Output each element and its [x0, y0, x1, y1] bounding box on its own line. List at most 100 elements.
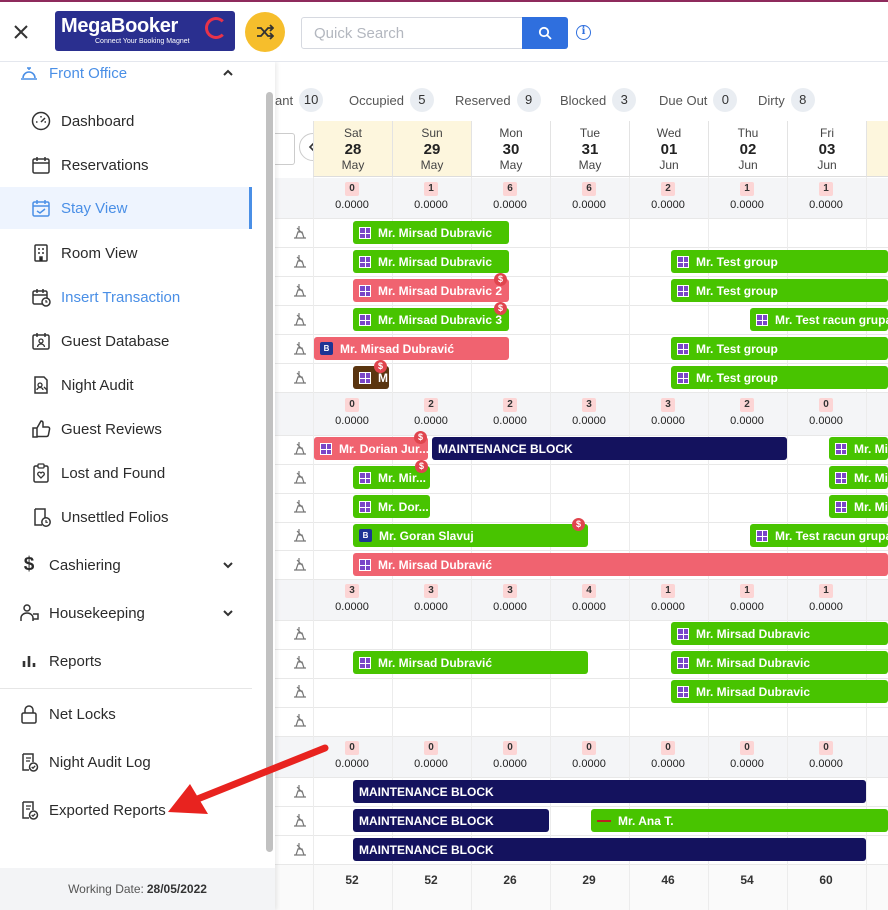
maintenance-block[interactable]: MAINTENANCE BLOCK — [353, 809, 549, 832]
stat-dirty[interactable]: Dirty 8 — [758, 88, 815, 112]
sidebar-item-label: Lost and Found — [61, 464, 166, 482]
info-icon[interactable]: i — [576, 25, 591, 40]
booking-bar[interactable]: Mr. Mirsad Dubravic — [671, 680, 888, 703]
grid-row-line — [275, 579, 888, 580]
booking-bar[interactable]: Mr. Test group — [671, 366, 888, 389]
daily-total: 46 — [661, 873, 675, 887]
group-icon — [677, 342, 689, 355]
stat-occupied[interactable]: Occupied 5 — [349, 88, 434, 112]
summary-count: 6 — [582, 182, 596, 196]
grid-row-line — [275, 678, 888, 679]
sidebar-item-net-locks[interactable]: Net Locks — [0, 692, 252, 736]
summary-count: 2 — [424, 398, 438, 412]
megabooker-logo[interactable]: MegaBooker Connect Your Booking Magnet — [55, 11, 235, 51]
housekeeping-status-icon[interactable] — [289, 469, 311, 487]
booking-bar[interactable]: Mr. Mirsad Dubravic — [353, 221, 509, 244]
housekeeping-status-icon[interactable] — [289, 311, 311, 329]
grid-row-line — [275, 218, 888, 219]
housekeeper-icon — [20, 604, 39, 621]
shuffle-button[interactable] — [245, 12, 285, 52]
close-icon — [14, 25, 28, 39]
booking-bar[interactable]: Mr. Mirsad Dubravic 2 — [353, 279, 509, 302]
sidebar-item-unsettled-folios[interactable]: Unsettled Folios — [0, 495, 252, 539]
booking-bar[interactable]: Mr. Dorian Jur... — [314, 437, 428, 460]
group-icon — [359, 226, 371, 239]
top-bar: MegaBooker Connect Your Booking Magnet i — [0, 0, 888, 62]
search-button[interactable] — [522, 17, 568, 49]
booking-guest: Mr. Mirsad Dubravić — [378, 655, 493, 670]
stat-blocked[interactable]: Blocked 3 — [560, 88, 637, 112]
booking-bar[interactable]: Mr. Test racun grupa — [750, 524, 888, 547]
booking-bar[interactable]: Mr. Test group — [671, 337, 888, 360]
housekeeping-status-icon[interactable] — [289, 654, 311, 672]
housekeeping-status-icon[interactable] — [289, 253, 311, 271]
room-filter-select[interactable] — [275, 133, 295, 165]
housekeeping-status-icon[interactable] — [289, 440, 311, 458]
maintenance-block[interactable]: MAINTENANCE BLOCK — [432, 437, 787, 460]
sidebar-item-guest-reviews[interactable]: Guest Reviews — [0, 407, 252, 451]
sidebar-item-night-audit[interactable]: Night Audit — [0, 363, 252, 407]
sidebar-item-dashboard[interactable]: Dashboard — [0, 99, 252, 143]
booking-bar[interactable]: Mr. Mi — [829, 495, 888, 518]
sidebar-item-reports[interactable]: Reports — [0, 639, 252, 683]
booking-bar[interactable]: Mr. Mirsad Dubravic — [671, 622, 888, 645]
housekeeping-status-icon[interactable] — [289, 369, 311, 387]
booking-bar[interactable]: Mr. Mi — [829, 437, 888, 460]
sidebar-item-insert-transaction[interactable]: Insert Transaction — [0, 275, 252, 319]
booking-bar[interactable]: Mr. Mirsad Dubravic — [671, 651, 888, 674]
sidebar-item-guest-database[interactable]: Guest Database — [0, 319, 252, 363]
bar-chart-icon — [22, 656, 36, 667]
day-number: 31 — [581, 141, 599, 158]
sidebar-item-housekeeping[interactable]: Housekeeping — [0, 591, 252, 635]
housekeeping-status-icon[interactable] — [289, 282, 311, 300]
housekeeping-status-icon[interactable] — [289, 625, 311, 643]
summary-count: 2 — [661, 182, 675, 196]
group-icon — [359, 558, 371, 571]
maintenance-block[interactable]: MAINTENANCE BLOCK — [353, 838, 866, 861]
summary-cell: 0 0.0000 — [550, 741, 628, 770]
booking-bar[interactable]: Mr. Mi — [829, 466, 888, 489]
summary-amount: 0.0000 — [809, 601, 843, 613]
close-menu-button[interactable] — [10, 21, 32, 43]
sidebar-item-reservations[interactable]: Reservations — [0, 143, 252, 187]
housekeeping-status-icon[interactable] — [289, 498, 311, 516]
grid-row-line — [275, 550, 888, 551]
sidebar-item-stay-view[interactable]: Stay View — [0, 187, 252, 229]
group-icon — [677, 627, 689, 640]
housekeeping-status-icon[interactable] — [289, 841, 311, 859]
maintenance-block[interactable]: MAINTENANCE BLOCK — [353, 780, 866, 803]
summary-cell: 2 0.0000 — [708, 398, 786, 427]
quick-search-input[interactable] — [301, 17, 523, 49]
summary-count: 0 — [503, 741, 517, 755]
sidebar-item-cashiering[interactable]: $ Cashiering — [0, 543, 252, 587]
grid-row-line — [275, 464, 888, 465]
sidebar-item-room-view[interactable]: Room View — [0, 231, 252, 275]
housekeeping-status-icon[interactable] — [289, 224, 311, 242]
sidebar-item-lost-and-found[interactable]: Lost and Found — [0, 451, 252, 495]
housekeeping-status-icon[interactable] — [289, 683, 311, 701]
summary-amount: 0.0000 — [651, 601, 685, 613]
stat-reserved[interactable]: Reserved 9 — [455, 88, 541, 112]
dollar-badge-icon: $ — [415, 460, 428, 473]
summary-count: 4 — [582, 584, 596, 598]
housekeeping-status-icon[interactable] — [289, 340, 311, 358]
booking-bar[interactable]: Mr. Test racun grupa — [750, 308, 888, 331]
sidebar-scrollbar[interactable] — [266, 92, 273, 852]
booking-bar[interactable]: Mr. Mirsad Dubravic — [353, 250, 509, 273]
chevron-down-icon — [223, 610, 233, 617]
booking-bar[interactable]: B Mr. Goran Slavuj — [353, 524, 588, 547]
booking-bar[interactable]: B Mr. Mirsad Dubravić — [314, 337, 509, 360]
stat-due-out[interactable]: Due Out 0 — [659, 88, 738, 112]
housekeeping-status-icon[interactable] — [289, 712, 311, 730]
booking-bar[interactable]: Mr. Dor... — [353, 495, 430, 518]
booking-bar[interactable]: Mr. Mirsad Dubravic 3 — [353, 308, 509, 331]
housekeeping-status-icon[interactable] — [289, 556, 311, 574]
booking-bar[interactable]: Mr. Mirsad Dubravić — [353, 553, 888, 576]
housekeeping-status-icon[interactable] — [289, 527, 311, 545]
booking-bar[interactable]: Mr. Test group — [671, 279, 888, 302]
booking-bar[interactable]: Mr. Test group — [671, 250, 888, 273]
booking-bar[interactable]: Mr. Mirsad Dubravić — [353, 651, 588, 674]
booking-bar[interactable]: Mr. Ana T. — [591, 809, 888, 832]
stat-vacant[interactable]: ant 10 — [275, 88, 324, 112]
annotation-arrow-icon — [168, 744, 329, 814]
